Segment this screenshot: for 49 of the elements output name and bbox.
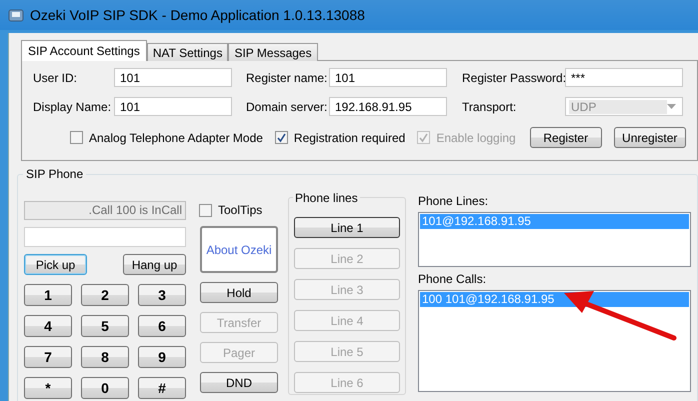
field-label: Register Password: (462, 70, 565, 84)
keypad-key[interactable]: * (24, 377, 72, 399)
action-button[interactable]: DND (200, 372, 278, 393)
field-label: Display Name: (33, 100, 112, 114)
checkbox-label: Analog Telephone Adapter Mode (89, 130, 263, 144)
checkbox[interactable] (274, 131, 288, 144)
list-label: Phone Calls: (418, 272, 488, 286)
tab[interactable]: NAT Settings (146, 43, 228, 61)
dropdown-caret-icon (667, 104, 676, 109)
list-label: Phone Lines: (418, 194, 490, 208)
input-field[interactable]: *** (565, 68, 683, 87)
call-button[interactable]: Hang up (123, 254, 186, 275)
keypad-key[interactable]: # (138, 377, 186, 399)
checkbox[interactable] (199, 204, 212, 216)
checkbox-label: ToolTips (218, 203, 262, 217)
keypad-key[interactable]: 4 (24, 315, 72, 337)
action-button[interactable]: Hold (200, 282, 278, 303)
call-button[interactable]: Pick up (24, 254, 87, 275)
keypad-key[interactable]: 8 (81, 346, 129, 368)
keypad-key[interactable]: 2 (81, 284, 129, 306)
checkbox[interactable] (70, 131, 83, 144)
field-label: Domain server: (246, 100, 328, 114)
tab[interactable]: SIP Account Settings (21, 40, 147, 61)
checkbox-label: Registration required (294, 130, 406, 144)
input-field[interactable]: 192.168.91.95 (329, 97, 447, 116)
window-title: Ozeki VoIP SIP SDK - Demo Application 1.0.13.13088 (30, 7, 365, 23)
keypad-key[interactable]: 3 (138, 284, 186, 306)
account-button[interactable]: Register (530, 127, 602, 148)
input-field[interactable]: 101 (329, 68, 447, 87)
keypad-key[interactable]: 9 (138, 346, 186, 368)
tab[interactable]: SIP Messages (228, 43, 318, 61)
field-label: Register name: (246, 70, 328, 84)
keypad-key[interactable]: 5 (81, 315, 129, 337)
field-label: User ID: (33, 70, 78, 84)
checkbox-label: Enable logging (436, 130, 516, 144)
input-field[interactable]: 101 (114, 68, 232, 87)
field-label: Transport: (462, 100, 518, 114)
account-button[interactable]: Unregister (614, 127, 686, 148)
group-title: SIP Phone (23, 167, 86, 181)
dial-input-field[interactable] (24, 227, 186, 247)
keypad-key[interactable]: 7 (24, 346, 72, 368)
group-title: Phone lines (293, 191, 360, 205)
keypad-key[interactable]: 0 (81, 377, 129, 399)
about-button[interactable]: About Ozeki (200, 226, 278, 273)
line-button[interactable]: Line 1 (294, 217, 400, 238)
input-field[interactable]: 101 (114, 97, 232, 116)
keypad-key[interactable]: 1 (24, 284, 72, 306)
keypad-key[interactable]: 6 (138, 315, 186, 337)
status-field: .Call 100 is InCall (24, 201, 186, 220)
